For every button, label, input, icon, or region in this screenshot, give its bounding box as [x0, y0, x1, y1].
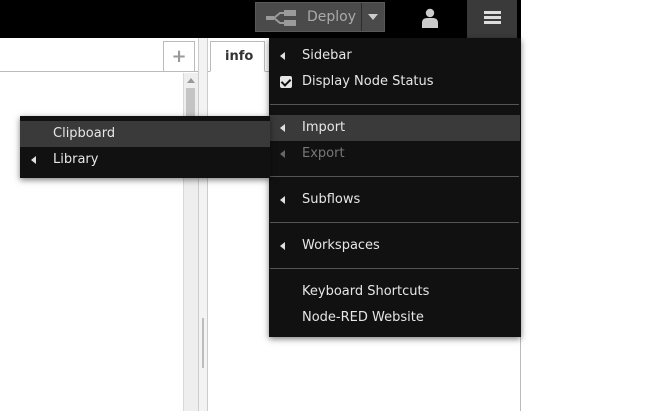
menu-item-workspaces[interactable]: Workspaces [269, 233, 520, 259]
submenu-item-label: Clipboard [53, 126, 116, 141]
menu-item-label: Keyboard Shortcuts [302, 284, 430, 299]
caret-left-icon [280, 150, 285, 158]
tab-info[interactable]: info [210, 41, 265, 72]
submenu-item-clipboard[interactable]: Clipboard [20, 121, 270, 147]
menu-item-keyboard-shortcuts[interactable]: Keyboard Shortcuts [269, 279, 520, 305]
deploy-dropdown-icon[interactable] [368, 14, 378, 20]
caret-left-icon [280, 52, 285, 60]
caret-left-icon [280, 242, 285, 250]
checkbox-checked-icon[interactable] [280, 76, 292, 88]
scroll-up-icon[interactable] [187, 78, 195, 83]
main-menu-button[interactable] [467, 0, 517, 38]
menu-item-display-node-status[interactable]: Display Node Status [269, 69, 520, 95]
menu-divider [270, 268, 519, 269]
menu-item-import[interactable]: Import [269, 115, 520, 141]
menu-item-label: Export [302, 146, 345, 161]
menu-item-node-red-website[interactable]: Node-RED Website [269, 305, 520, 331]
deploy-icon [266, 10, 296, 26]
submenu-item-label: Library [53, 152, 99, 167]
deploy-label: Deploy [307, 9, 357, 25]
menu-item-export: Export [269, 141, 520, 167]
menu-item-label: Node-RED Website [302, 310, 424, 325]
menu-item-sidebar[interactable]: Sidebar [269, 43, 520, 69]
menu-item-label: Import [302, 120, 346, 135]
user-icon [422, 8, 438, 28]
menu-item-label: Sidebar [302, 48, 352, 63]
user-button[interactable] [405, 0, 455, 36]
caret-left-icon [280, 196, 285, 204]
header-bar: Deploy [0, 0, 521, 38]
splitter-grip[interactable] [202, 318, 204, 368]
hamburger-bar [484, 21, 501, 24]
add-workspace-button[interactable]: + [163, 41, 195, 71]
hamburger-menu-icon [484, 11, 501, 14]
submenu-item-library[interactable]: Library [20, 147, 270, 173]
menu-item-subflows[interactable]: Subflows [269, 187, 520, 213]
menu-divider [270, 176, 519, 177]
menu-divider [270, 222, 519, 223]
hamburger-bar [484, 16, 501, 19]
menu-divider [270, 104, 519, 105]
main-menu-dropdown: Sidebar Display Node Status Import Expor… [269, 38, 521, 337]
sidebar-splitter[interactable] [198, 38, 208, 411]
caret-left-icon [31, 156, 36, 164]
deploy-divider [361, 3, 362, 31]
caret-left-icon [280, 124, 285, 132]
import-submenu: Clipboard Library [20, 116, 270, 178]
menu-item-label: Workspaces [302, 238, 380, 253]
menu-item-label: Subflows [302, 192, 361, 207]
menu-item-label: Display Node Status [302, 74, 434, 89]
deploy-button[interactable]: Deploy [255, 2, 385, 32]
